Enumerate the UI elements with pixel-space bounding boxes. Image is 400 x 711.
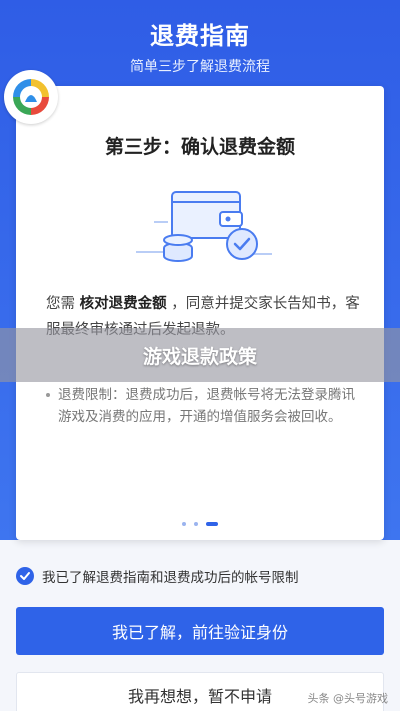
note-text: 退费限制：退费成功后，退费帐号将无法登录腾讯游戏及消费的应用，开通的增值服务会被… xyxy=(58,387,355,425)
wallet-coins-check-icon xyxy=(134,182,274,272)
step-title: 第三步：确认退费金额 xyxy=(104,136,295,158)
bullet-dot xyxy=(46,393,50,397)
page-title: 退费指南 xyxy=(150,22,250,50)
pagination-dot-active[interactable] xyxy=(206,522,218,526)
refund-restriction-note: 退费限制：退费成功后，退费帐号将无法登录腾讯游戏及消费的应用，开通的增值服务会被… xyxy=(46,384,366,428)
pagination-dots xyxy=(16,522,384,526)
agreement-checkbox-row[interactable]: 我已了解退费指南和退费成功后的帐号限制 xyxy=(16,566,299,586)
pagination-dot[interactable] xyxy=(182,522,186,526)
step-card: 第三步：确认退费金额 您需 核对退费金额 ，同意并提交家长告知书，客服最终审核通… xyxy=(16,86,384,540)
page-subtitle: 简单三步了解退费流程 xyxy=(130,59,270,75)
desc-prefix: 您需 xyxy=(46,296,80,312)
overlay-title: 游戏退款政策 xyxy=(142,345,257,368)
agreement-label: 我已了解退费指南和退费成功后的帐号限制 xyxy=(42,570,299,586)
pagination-dot[interactable] xyxy=(194,522,198,526)
verify-identity-button[interactable]: 我已了解，前往验证身份 xyxy=(16,607,384,655)
checkmark-icon[interactable] xyxy=(16,567,34,585)
overlay-banner: 游戏退款政策 xyxy=(0,328,400,382)
watermark: 头条 @头号游戏 xyxy=(307,692,389,705)
app-logo-icon xyxy=(4,70,58,124)
desc-highlight: 核对退费金额 xyxy=(79,296,167,312)
